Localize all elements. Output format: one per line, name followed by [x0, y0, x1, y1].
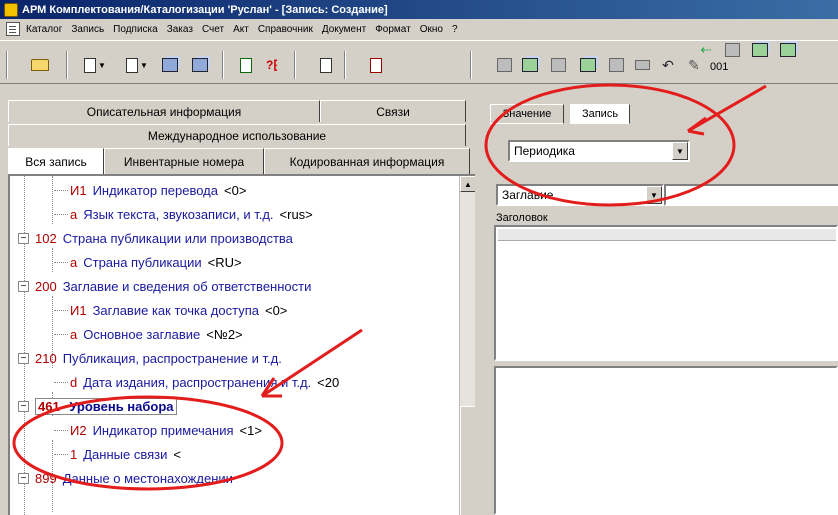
paste-record-icon[interactable] [778, 40, 798, 60]
clear-field-icon[interactable] [606, 55, 626, 75]
scroll-thumb[interactable] [460, 406, 475, 515]
insert-field-icon[interactable]: ⇠ [696, 40, 716, 60]
menu-zapis[interactable]: Запись [71, 24, 104, 35]
tree-item[interactable]: d Дата издания, распространения и т.д. <… [46, 370, 339, 394]
tree-item[interactable]: − 210 Публикация, распространение и т.д. [18, 346, 282, 370]
menu-okno[interactable]: Окно [420, 24, 443, 35]
app-icon [4, 2, 18, 17]
window-title: АРМ Комплектования/Каталогизации 'Руслан… [22, 3, 388, 16]
tab-row-1: Описательная информация Связи [8, 100, 466, 122]
field-value-input[interactable] [664, 184, 838, 206]
menu-format[interactable]: Формат [375, 24, 411, 35]
collapse-icon[interactable]: − [18, 472, 29, 484]
tree-item-selected[interactable]: − 461 Уровень набора [18, 394, 177, 418]
menu-akt[interactable]: Акт [233, 24, 249, 35]
menu-katalog[interactable]: Каталог [26, 24, 62, 35]
tab-coded-info[interactable]: Кодированная информация [264, 148, 470, 174]
tree-item[interactable]: a Язык текста, звукозаписи, и т.д. <rus> [46, 202, 313, 226]
record-tree[interactable]: И1 Индикатор перевода <0> a Язык текста,… [8, 174, 475, 515]
tab-value[interactable]: Значение [490, 104, 564, 124]
tab-row-2: Международное использование [8, 124, 466, 146]
collapse-icon[interactable]: − [18, 280, 29, 292]
tab-international-use[interactable]: Международное использование [8, 124, 466, 146]
collapse-icon[interactable]: − [18, 400, 29, 412]
tree-scrollbar[interactable]: ▲ [459, 176, 475, 515]
undo-icon[interactable]: ↶ [658, 55, 678, 75]
clipboard-icon[interactable] [722, 40, 742, 60]
tab-whole-record[interactable]: Вся запись [8, 148, 104, 174]
selected-field[interactable]: 461 Уровень набора [35, 397, 177, 415]
tree-item[interactable]: И1 Заглавие как точка доступа <0> [46, 298, 287, 322]
menu-help[interactable]: ? [452, 24, 458, 35]
left-pane: Описательная информация Связи Международ… [8, 100, 475, 515]
heading-box[interactable] [494, 225, 838, 361]
tree-item[interactable]: − 200 Заглавие и сведения об ответственн… [18, 274, 311, 298]
paste-field-icon[interactable] [548, 55, 568, 75]
menu-bar: Каталог Запись Подписка Заказ Счет Акт С… [0, 19, 838, 39]
edit-icon[interactable] [494, 55, 514, 75]
new-document-icon[interactable]: ▼ [80, 55, 110, 75]
tab-inventory-numbers[interactable]: Инвентарные номера [104, 148, 264, 174]
tree-item[interactable]: И2 Индикатор примечания <1> [46, 418, 262, 442]
heading-label: Заголовок [496, 212, 548, 224]
new-template-icon[interactable]: ▼ [122, 55, 152, 75]
duplicate-field-icon[interactable] [578, 55, 598, 75]
menu-spravochnik[interactable]: Справочник [258, 24, 313, 35]
delete-document-icon[interactable] [366, 55, 386, 75]
check-document-icon[interactable] [236, 55, 256, 75]
record-type-select[interactable]: Периодика ▼ [508, 140, 690, 162]
tree-item[interactable]: И1 Индикатор перевода <0> [46, 178, 246, 202]
search-code-icon[interactable]: ?⁅ [262, 55, 282, 75]
field-counter: 001 [710, 61, 729, 73]
collapse-icon[interactable]: − [18, 232, 29, 244]
copy-record-icon[interactable] [750, 40, 770, 60]
tree-item[interactable]: 1 Данные связи < [46, 442, 181, 466]
tab-row-3: Вся запись Инвентарные номера Кодированн… [8, 148, 470, 174]
collapse-icon[interactable]: − [18, 352, 29, 364]
copy-records-icon[interactable] [160, 55, 180, 75]
title-bar: АРМ Комплектования/Каталогизации 'Руслан… [0, 0, 838, 19]
open-folder-icon[interactable] [30, 55, 50, 75]
tab-links[interactable]: Связи [320, 100, 466, 122]
report-icon[interactable] [316, 55, 336, 75]
chevron-down-icon[interactable]: ▼ [672, 142, 688, 160]
tab-descriptive-info[interactable]: Описательная информация [8, 100, 320, 122]
tab-record[interactable]: Запись [570, 104, 630, 124]
value-box[interactable] [494, 366, 838, 515]
document-icon[interactable] [6, 22, 20, 36]
menu-zakaz[interactable]: Заказ [167, 24, 193, 35]
menu-dokument[interactable]: Документ [322, 24, 366, 35]
menu-podpiska[interactable]: Подписка [113, 24, 158, 35]
tree-item[interactable]: a Основное заглавие <№2> [46, 322, 243, 346]
copy-field-icon[interactable] [520, 55, 540, 75]
field-select[interactable]: Заглавие ▼ [496, 184, 664, 206]
chevron-down-icon[interactable]: ▼ [646, 186, 662, 204]
paste-records-icon[interactable] [190, 55, 210, 75]
tree-item[interactable]: − 899 Данные о местонахождении [18, 466, 233, 490]
keyboard-icon[interactable] [632, 55, 652, 75]
menu-schet[interactable]: Счет [202, 24, 224, 35]
scroll-up-icon[interactable]: ▲ [460, 176, 475, 192]
tree-item[interactable]: − 102 Страна публикации или производства [18, 226, 293, 250]
tree-item[interactable]: a Страна публикации <RU> [46, 250, 242, 274]
